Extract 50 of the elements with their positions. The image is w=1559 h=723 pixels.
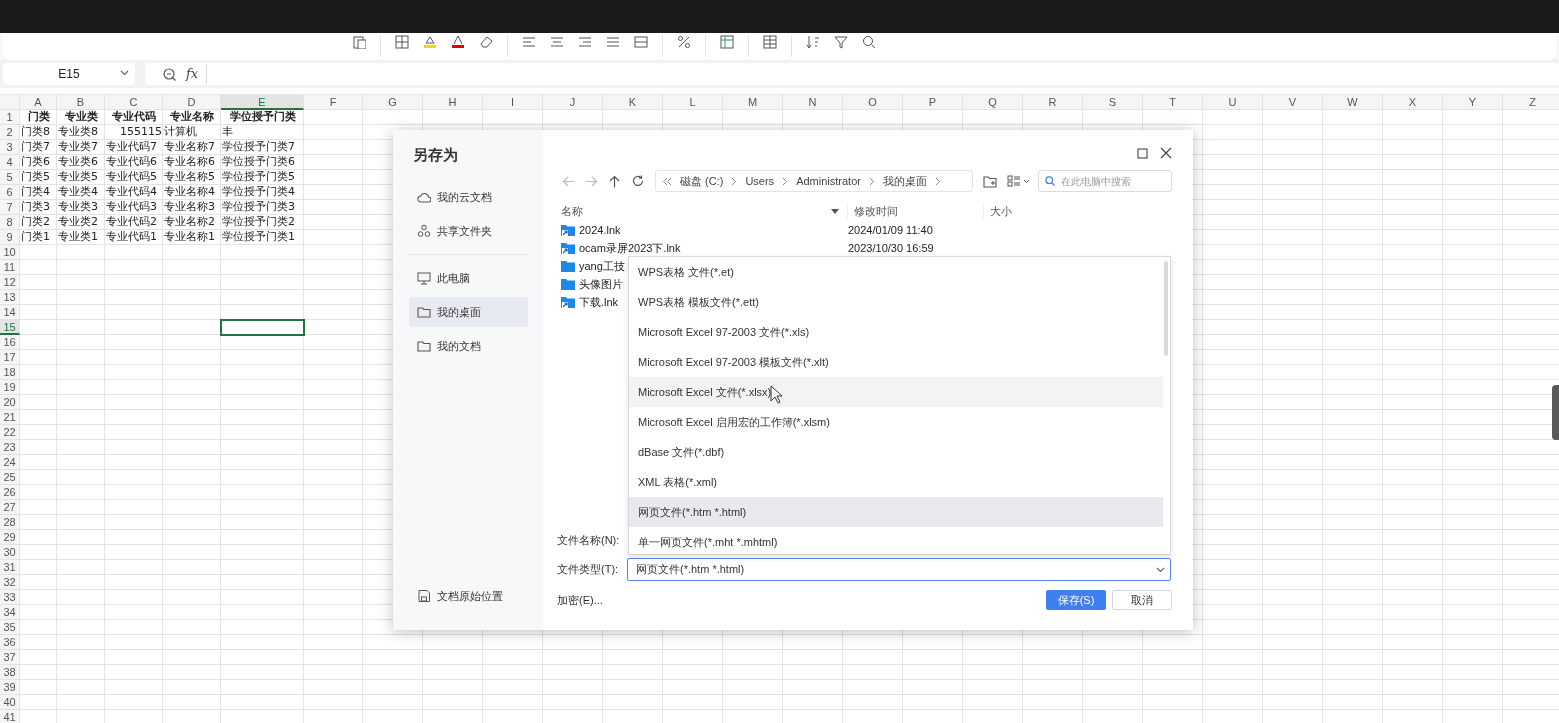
field-label: 文件类型(T): (557, 562, 620, 578)
table-cell-text: 门类1 (20, 230, 51, 245)
field-label: 文件名称(N): (557, 532, 621, 548)
table-cell-text: 155115 (119, 125, 163, 140)
table-cell-text: 专业代码2 (105, 215, 158, 230)
table-cell-text: 门类5 (20, 170, 51, 185)
table-cell-text: 门类4 (20, 185, 51, 200)
table-cell-text: 专业名称7 (163, 140, 216, 155)
modified-date: 2024/01/09 11:40 (848, 222, 934, 238)
table-cell-text: 专业类1 (57, 230, 99, 245)
table-cell-text: 门类2 (20, 215, 51, 230)
table-cell-text: 学位授予门类2 (221, 215, 296, 230)
table-cell-text: 专业名称4 (163, 185, 216, 200)
table-cell-text: 学位授予门类6 (221, 155, 296, 170)
table-cell-text: 专业代码4 (105, 185, 158, 200)
table-cell-text: 学位授予门类 (228, 110, 297, 125)
table-cell-text: 门类6 (20, 155, 51, 170)
table-cell-text: 专业代码6 (105, 155, 158, 170)
table-cell-text: 专业代码1 (105, 230, 158, 245)
table-cell-text: 学位授予门类3 (221, 200, 296, 215)
table-cell-text: 门类 (26, 110, 51, 125)
table-cell-text: 专业类 (63, 110, 99, 125)
table-cell-text: 专业代码3 (105, 200, 158, 215)
table-cell-text: 门类3 (20, 200, 51, 215)
table-cell-text: 学位授予门类7 (221, 140, 296, 155)
table-cell-text: 计算机 (163, 125, 198, 140)
table-cell-text: 专业类2 (57, 215, 99, 230)
table-cell-text: 专业代码7 (105, 140, 158, 155)
table-cell-text: 专业名称5 (163, 170, 216, 185)
table-cell-text: 学位授予门类4 (221, 185, 296, 200)
table-cell-text: 门类7 (20, 140, 51, 155)
table-cell-text: 学位授予门类5 (221, 170, 296, 185)
table-cell-text: 专业类3 (57, 200, 99, 215)
table-cell-text: 专业类7 (57, 140, 99, 155)
table-cell-text: 专业代码5 (105, 170, 158, 185)
table-cell-text: 丰 (221, 125, 234, 140)
modified-date: 2023/10/30 16:59 (848, 240, 935, 256)
table-cell-text: 门类8 (20, 125, 51, 140)
table-cell-text: 专业名称2 (163, 215, 216, 230)
table-cell-text: 专业名称3 (163, 200, 216, 215)
table-cell-text: 专业类8 (57, 125, 99, 140)
table-cell-text: 专业代码 (111, 110, 157, 125)
table-cell-text: 专业类5 (57, 170, 99, 185)
table-cell-text: 专业名称 (169, 110, 215, 125)
table-cell-text: 专业类6 (57, 155, 99, 170)
table-cell-text: 专业类4 (57, 185, 99, 200)
table-cell-text: 专业名称6 (163, 155, 216, 170)
table-cell-text: 学位授予门类1 (221, 230, 296, 245)
table-cell-text: 专业名称1 (163, 230, 216, 245)
dialog-title: 另存为 (412, 145, 459, 165)
